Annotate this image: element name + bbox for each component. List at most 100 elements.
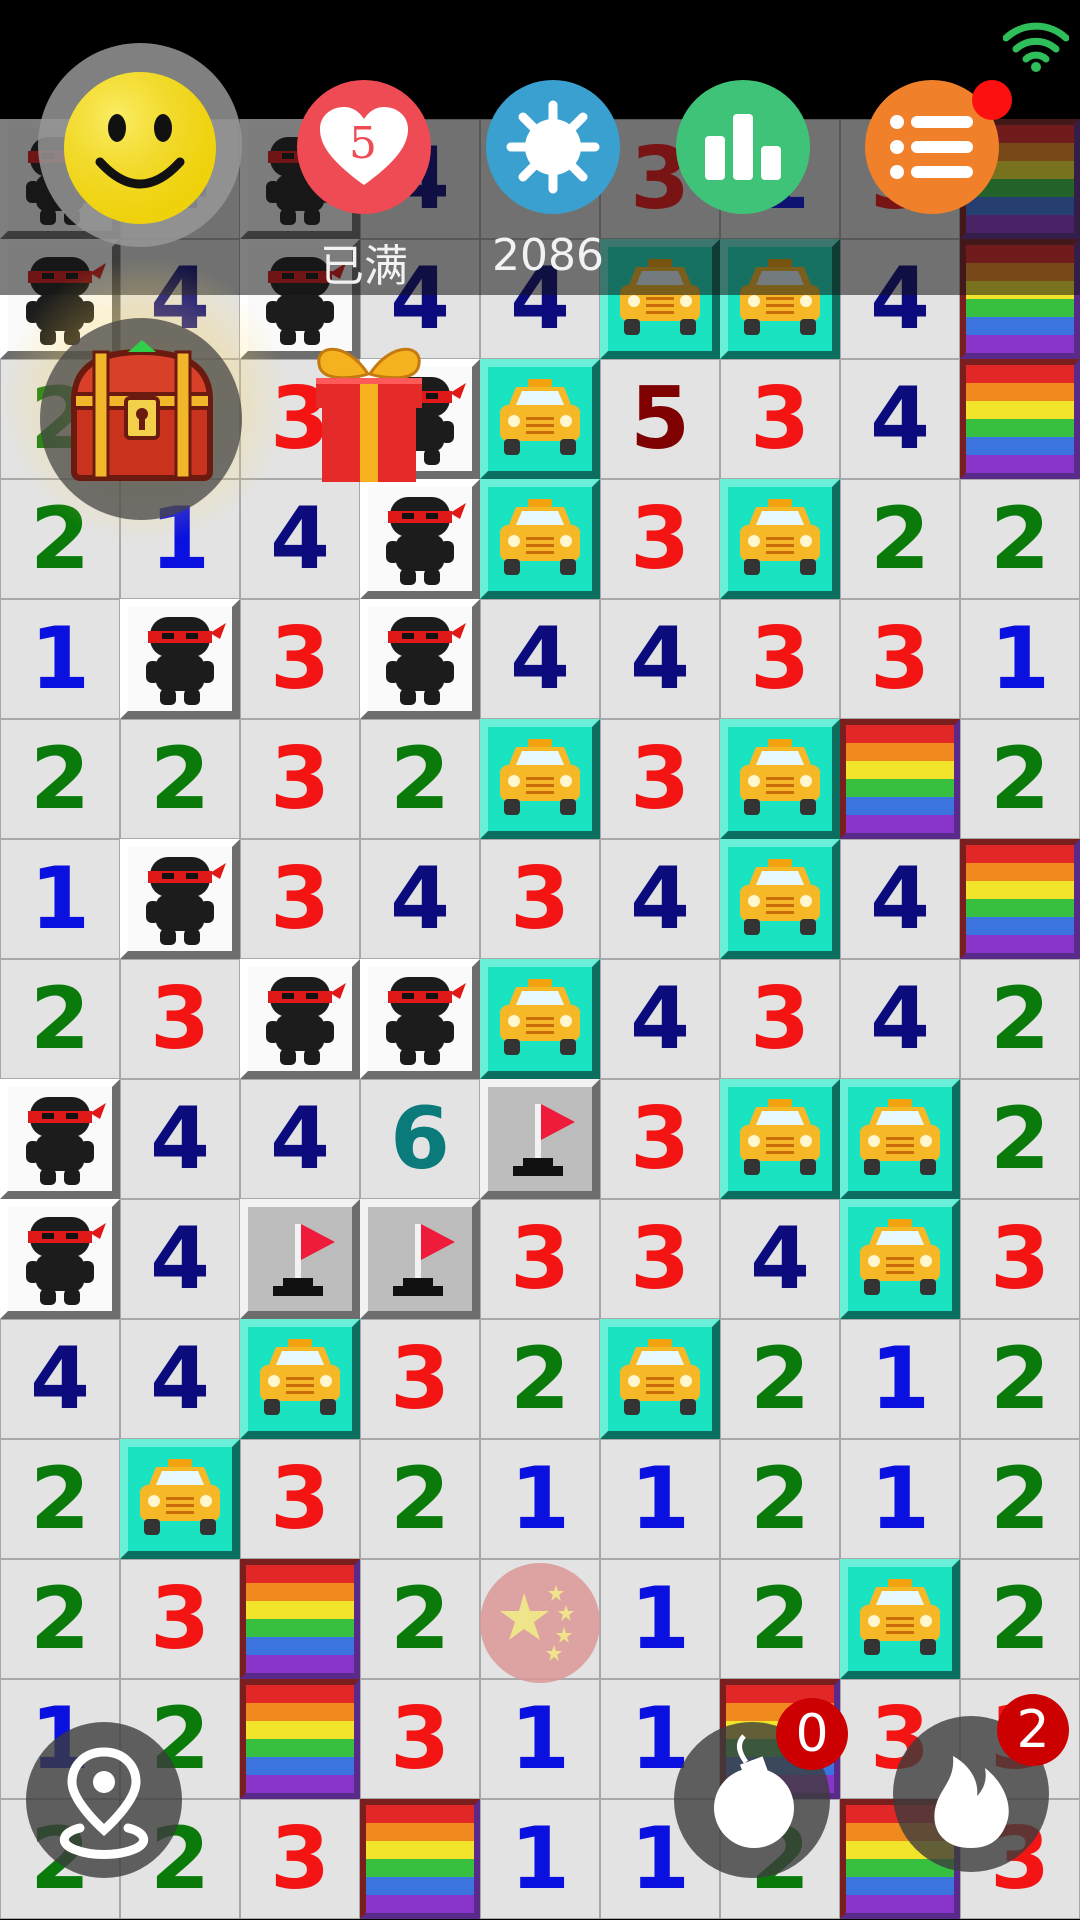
number-cell[interactable]: 4 xyxy=(600,959,720,1079)
ninja-cell[interactable] xyxy=(0,1079,120,1199)
taxi-cell[interactable] xyxy=(840,1079,960,1199)
taxi-cell[interactable] xyxy=(720,1079,840,1199)
number-cell[interactable]: 3 xyxy=(840,599,960,719)
number-cell[interactable]: 4 xyxy=(600,839,720,959)
number-cell[interactable]: 5 xyxy=(600,359,720,479)
number-cell[interactable]: 2 xyxy=(960,959,1080,1079)
number-cell[interactable]: 3 xyxy=(720,599,840,719)
number-cell[interactable]: 3 xyxy=(600,1199,720,1319)
number-cell[interactable]: 3 xyxy=(960,1199,1080,1319)
flag-cell[interactable] xyxy=(240,1199,360,1319)
ninja-cell[interactable] xyxy=(240,959,360,1079)
number-cell[interactable]: 3 xyxy=(720,359,840,479)
number-cell[interactable]: 3 xyxy=(600,719,720,839)
number-cell[interactable]: 3 xyxy=(360,1319,480,1439)
number-cell[interactable]: 2 xyxy=(0,959,120,1079)
number-cell[interactable]: 1 xyxy=(600,1439,720,1559)
number-cell[interactable]: 2 xyxy=(960,1319,1080,1439)
taxi-cell[interactable] xyxy=(720,719,840,839)
number-cell[interactable]: 3 xyxy=(720,959,840,1079)
number-cell[interactable]: 3 xyxy=(120,1559,240,1679)
number-cell[interactable]: 3 xyxy=(120,959,240,1079)
number-cell[interactable]: 4 xyxy=(240,1079,360,1199)
number-cell[interactable]: 2 xyxy=(360,1559,480,1679)
number-cell[interactable]: 1 xyxy=(600,1559,720,1679)
rainbow-cell[interactable] xyxy=(240,1679,360,1799)
taxi-cell[interactable] xyxy=(840,1199,960,1319)
smiley-face-icon[interactable] xyxy=(62,70,218,226)
number-cell[interactable]: 2 xyxy=(480,1319,600,1439)
flag-cell[interactable] xyxy=(480,1079,600,1199)
number-cell[interactable]: 4 xyxy=(480,599,600,719)
number-cell[interactable]: 4 xyxy=(840,839,960,959)
number-cell[interactable]: 3 xyxy=(240,1439,360,1559)
number-cell[interactable]: 1 xyxy=(480,1439,600,1559)
ninja-cell[interactable] xyxy=(120,599,240,719)
number-cell[interactable]: 3 xyxy=(240,599,360,719)
number-cell[interactable]: 1 xyxy=(480,1679,600,1799)
number-cell[interactable]: 1 xyxy=(480,1799,600,1919)
taxi-cell[interactable] xyxy=(480,359,600,479)
number-cell[interactable]: 3 xyxy=(600,1079,720,1199)
rainbow-cell[interactable] xyxy=(960,839,1080,959)
number-cell[interactable]: 2 xyxy=(960,1079,1080,1199)
ninja-cell[interactable] xyxy=(360,599,480,719)
number-cell[interactable]: 6 xyxy=(360,1079,480,1199)
locate-button[interactable] xyxy=(26,1722,182,1878)
number-cell[interactable]: 2 xyxy=(720,1319,840,1439)
taxi-cell[interactable] xyxy=(720,479,840,599)
taxi-cell[interactable] xyxy=(480,479,600,599)
number-cell[interactable]: 4 xyxy=(840,359,960,479)
rainbow-cell[interactable] xyxy=(240,1559,360,1679)
number-cell[interactable]: 3 xyxy=(480,839,600,959)
taxi-cell[interactable] xyxy=(480,719,600,839)
number-cell[interactable]: 4 xyxy=(720,1199,840,1319)
number-cell[interactable]: 4 xyxy=(120,1319,240,1439)
number-cell[interactable]: 4 xyxy=(120,1079,240,1199)
taxi-cell[interactable] xyxy=(120,1439,240,1559)
number-cell[interactable]: 4 xyxy=(600,599,720,719)
number-cell[interactable]: 1 xyxy=(840,1439,960,1559)
number-cell[interactable]: 1 xyxy=(960,599,1080,719)
number-cell[interactable]: 2 xyxy=(960,479,1080,599)
number-cell[interactable]: 4 xyxy=(360,839,480,959)
number-cell[interactable]: 1 xyxy=(0,839,120,959)
number-cell[interactable]: 4 xyxy=(0,1319,120,1439)
taxi-cell[interactable] xyxy=(720,839,840,959)
number-cell[interactable]: 1 xyxy=(840,1319,960,1439)
taxi-cell[interactable] xyxy=(600,1319,720,1439)
number-cell[interactable]: 3 xyxy=(240,719,360,839)
taxi-cell[interactable] xyxy=(840,1559,960,1679)
rainbow-cell[interactable] xyxy=(840,719,960,839)
number-cell[interactable]: 2 xyxy=(960,1439,1080,1559)
number-cell[interactable]: 2 xyxy=(0,719,120,839)
lives-heart-button[interactable]: 5 xyxy=(297,80,431,214)
china-flag-icon[interactable] xyxy=(480,1563,600,1683)
number-cell[interactable]: 2 xyxy=(360,719,480,839)
number-cell[interactable]: 2 xyxy=(960,1559,1080,1679)
taxi-cell[interactable] xyxy=(240,1319,360,1439)
ninja-cell[interactable] xyxy=(360,959,480,1079)
number-cell[interactable]: 2 xyxy=(120,719,240,839)
number-cell[interactable]: 2 xyxy=(0,1559,120,1679)
rainbow-cell[interactable] xyxy=(360,1799,480,1919)
number-cell[interactable]: 4 xyxy=(840,959,960,1079)
number-cell[interactable]: 2 xyxy=(720,1559,840,1679)
rainbow-cell[interactable] xyxy=(960,359,1080,479)
number-cell[interactable]: 3 xyxy=(600,479,720,599)
number-cell[interactable]: 2 xyxy=(960,719,1080,839)
number-cell[interactable]: 3 xyxy=(240,839,360,959)
taxi-cell[interactable] xyxy=(480,959,600,1079)
gift-box-icon[interactable] xyxy=(306,338,432,484)
stats-button[interactable] xyxy=(676,80,810,214)
mines-settings-button[interactable] xyxy=(486,80,620,214)
flag-cell[interactable] xyxy=(360,1199,480,1319)
number-cell[interactable]: 3 xyxy=(240,1799,360,1919)
number-cell[interactable]: 1 xyxy=(0,599,120,719)
number-cell[interactable]: 2 xyxy=(840,479,960,599)
ninja-cell[interactable] xyxy=(120,839,240,959)
ninja-cell[interactable] xyxy=(360,479,480,599)
number-cell[interactable]: 4 xyxy=(120,1199,240,1319)
ninja-cell[interactable] xyxy=(0,1199,120,1319)
number-cell[interactable]: 3 xyxy=(360,1679,480,1799)
